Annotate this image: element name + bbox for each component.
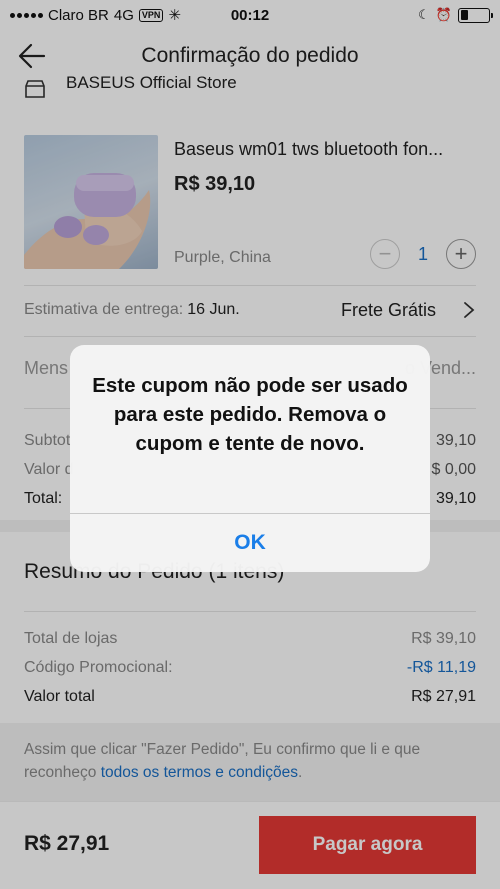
- alert-message: Este cupom não pode ser usado para este …: [92, 374, 408, 455]
- coupon-error-alert: Este cupom não pode ser usado para este …: [70, 345, 430, 572]
- alert-ok-button[interactable]: OK: [70, 514, 430, 572]
